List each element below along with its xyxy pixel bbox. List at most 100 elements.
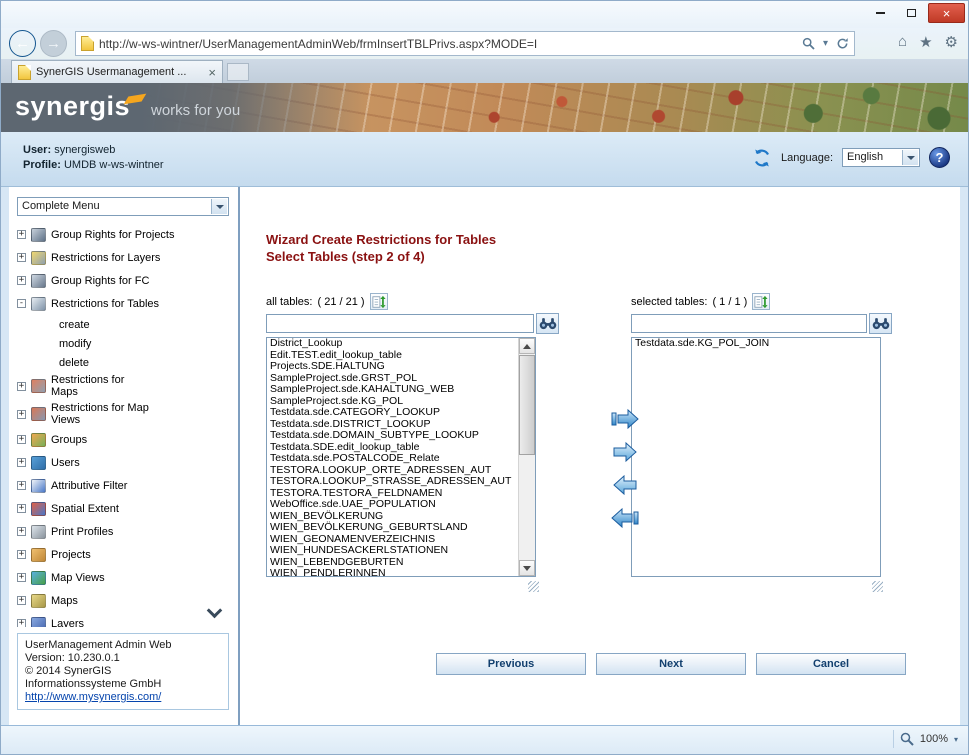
table-list-item[interactable]: Testdata.sde.DOMAIN_SUBTYPE_LOOKUP (267, 430, 535, 442)
url-text[interactable]: http://w-ws-wintner/UserManagementAdminW… (99, 37, 797, 51)
expander-icon[interactable]: + (17, 527, 26, 536)
zoom-level[interactable]: 100% (920, 733, 948, 745)
expander-icon[interactable]: + (17, 550, 26, 559)
table-list-item[interactable]: Testdata.sde.POSTALCODE_Relate (267, 453, 535, 465)
sidebar-item-restrictions-for-tables[interactable]: - Restrictions for Tables (11, 292, 235, 315)
expander-icon[interactable]: + (17, 410, 26, 419)
selected-tables-label: selected tables: (631, 296, 707, 308)
new-tab-button[interactable] (227, 63, 249, 81)
language-select[interactable]: English (842, 148, 920, 167)
sidebar-item-restrictions-for-map-views[interactable]: + Restrictions for Map Views (11, 400, 235, 428)
remove-table-button[interactable] (608, 472, 642, 498)
favorites-star-icon[interactable]: ★ (919, 33, 932, 51)
table-list-item[interactable]: WebOffice.sde.UAE_POPULATION (267, 499, 535, 511)
cancel-button[interactable]: Cancel (756, 653, 906, 675)
sidebar-item-users[interactable]: + Users (11, 451, 235, 474)
tab-close-icon[interactable]: × (208, 66, 216, 79)
selected-tables-listbox[interactable]: Testdata.sde.KG_POL_JOIN (631, 337, 881, 577)
menu-select[interactable]: Complete Menu (17, 197, 229, 216)
table-list-item[interactable]: WIEN_BEVÖLKERUNG_GEBURTSLAND (267, 522, 535, 534)
expander-icon[interactable]: + (17, 504, 26, 513)
expander-icon[interactable]: + (17, 573, 26, 582)
next-button[interactable]: Next (596, 653, 746, 675)
expander-icon[interactable]: + (17, 253, 26, 262)
all-tables-listbox[interactable]: District_LookupEdit.TEST.edit_lookup_tab… (266, 337, 536, 577)
all-tables-resize-grip[interactable] (528, 581, 539, 592)
all-tables-scrollbar[interactable] (518, 338, 535, 576)
sidebar-item-group-rights-for-fc[interactable]: + Group Rights for FC (11, 269, 235, 292)
browser-tab[interactable]: SynerGIS Usermanagement ... × (11, 60, 223, 83)
sidebar-item-map-views[interactable]: + Map Views (11, 566, 235, 589)
zoom-magnifier-icon[interactable] (900, 732, 914, 746)
scroll-down-button[interactable] (519, 560, 535, 576)
selected-tables-resize-grip[interactable] (872, 581, 883, 592)
menu-select-caret-icon[interactable] (211, 199, 227, 214)
sidebar-item-layers[interactable]: + Layers (11, 612, 235, 627)
sidebar-item-print-profiles[interactable]: + Print Profiles (11, 520, 235, 543)
zoom-caret-icon[interactable]: ▾ (954, 735, 958, 744)
refresh-icon[interactable] (836, 37, 849, 50)
scrollbar-thumb[interactable] (519, 355, 535, 455)
table-list-item[interactable]: WIEN_PENDLERINNEN (267, 568, 535, 577)
expander-icon[interactable]: + (17, 481, 26, 490)
table-list-item[interactable]: SampleProject.sde.KAHALTUNG_WEB (267, 384, 535, 396)
selected-tables-filter-input[interactable] (631, 314, 867, 333)
print-profiles-icon (31, 525, 46, 539)
sidebar-item-restrictions-for-maps[interactable]: + Restrictions for Maps (11, 372, 235, 400)
sidebar-item-modify[interactable]: modify (11, 334, 235, 353)
expander-icon[interactable]: + (17, 596, 26, 605)
table-list-item[interactable]: WIEN_HUNDESACKERLSTATIONEN (267, 545, 535, 557)
group-rights-projects-icon (31, 228, 46, 242)
table-list-item[interactable]: Testdata.sde.CATEGORY_LOOKUP (267, 407, 535, 419)
remove-all-tables-button[interactable] (608, 505, 642, 531)
add-all-tables-button[interactable] (608, 406, 642, 432)
user-bar: User: synergisweb Profile: UMDB w-ws-win… (1, 132, 968, 187)
expander-icon[interactable]: + (17, 276, 26, 285)
add-table-button[interactable] (608, 439, 642, 465)
all-tables-refresh-count-icon[interactable] (370, 293, 388, 310)
close-button[interactable]: × (928, 3, 965, 23)
selected-tables-refresh-count-icon[interactable] (752, 293, 770, 310)
all-tables-filter-input[interactable] (266, 314, 534, 333)
app-version: Version: 10.230.0.1 (25, 652, 221, 665)
selected-tables-search-button[interactable] (869, 313, 892, 334)
browser-window: × ← → http://w-ws-wintner/UserManagement… (0, 0, 969, 755)
minimize-button[interactable] (866, 3, 895, 23)
table-list-item[interactable]: Testdata.sde.KG_POL_JOIN (632, 338, 880, 350)
expander-icon[interactable]: + (17, 435, 26, 444)
maps-icon (31, 594, 46, 608)
sidebar-item-projects[interactable]: + Projects (11, 543, 235, 566)
all-tables-search-button[interactable] (536, 313, 559, 334)
table-list-item[interactable]: District_Lookup (267, 338, 535, 350)
website-link[interactable]: http://www.mysynergis.com/ (25, 691, 161, 703)
sidebar-item-attributive-filter[interactable]: + Attributive Filter (11, 474, 235, 497)
reload-session-icon[interactable] (752, 148, 772, 168)
expander-icon[interactable]: - (17, 299, 26, 308)
forward-button[interactable]: → (40, 30, 67, 57)
sidebar-item-group-rights-for-projects[interactable]: + Group Rights for Projects (11, 223, 235, 246)
table-list-item[interactable]: Projects.SDE.HALTUNG (267, 361, 535, 373)
sidebar-item-groups[interactable]: + Groups (11, 428, 235, 451)
home-icon[interactable]: ⌂ (898, 33, 907, 51)
expander-icon[interactable]: + (17, 619, 26, 627)
previous-button[interactable]: Previous (436, 653, 586, 675)
sidebar-item-maps[interactable]: + Maps (11, 589, 235, 612)
scroll-up-button[interactable] (519, 338, 535, 354)
sidebar-item-delete[interactable]: delete (11, 353, 235, 372)
address-bar[interactable]: http://w-ws-wintner/UserManagementAdminW… (75, 31, 855, 56)
maximize-button[interactable] (897, 3, 926, 23)
search-icon[interactable] (802, 37, 815, 50)
help-icon[interactable]: ? (929, 147, 950, 168)
expander-icon[interactable]: + (17, 230, 26, 239)
back-button[interactable]: ← (9, 30, 36, 57)
expander-icon[interactable]: + (17, 382, 26, 391)
address-dropdown-icon[interactable]: ▾ (823, 38, 828, 49)
binoculars-icon (872, 317, 890, 330)
expander-icon[interactable]: + (17, 458, 26, 467)
sidebar-item-create[interactable]: create (11, 315, 235, 334)
select-caret-icon[interactable] (902, 150, 918, 165)
sidebar-item-spatial-extent[interactable]: + Spatial Extent (11, 497, 235, 520)
sidebar-item-restrictions-for-layers[interactable]: + Restrictions for Layers (11, 246, 235, 269)
settings-gear-icon[interactable]: ⚙ (945, 33, 958, 51)
table-list-item[interactable]: TESTORA.LOOKUP_STRASSE_ADRESSEN_AUT (267, 476, 535, 488)
